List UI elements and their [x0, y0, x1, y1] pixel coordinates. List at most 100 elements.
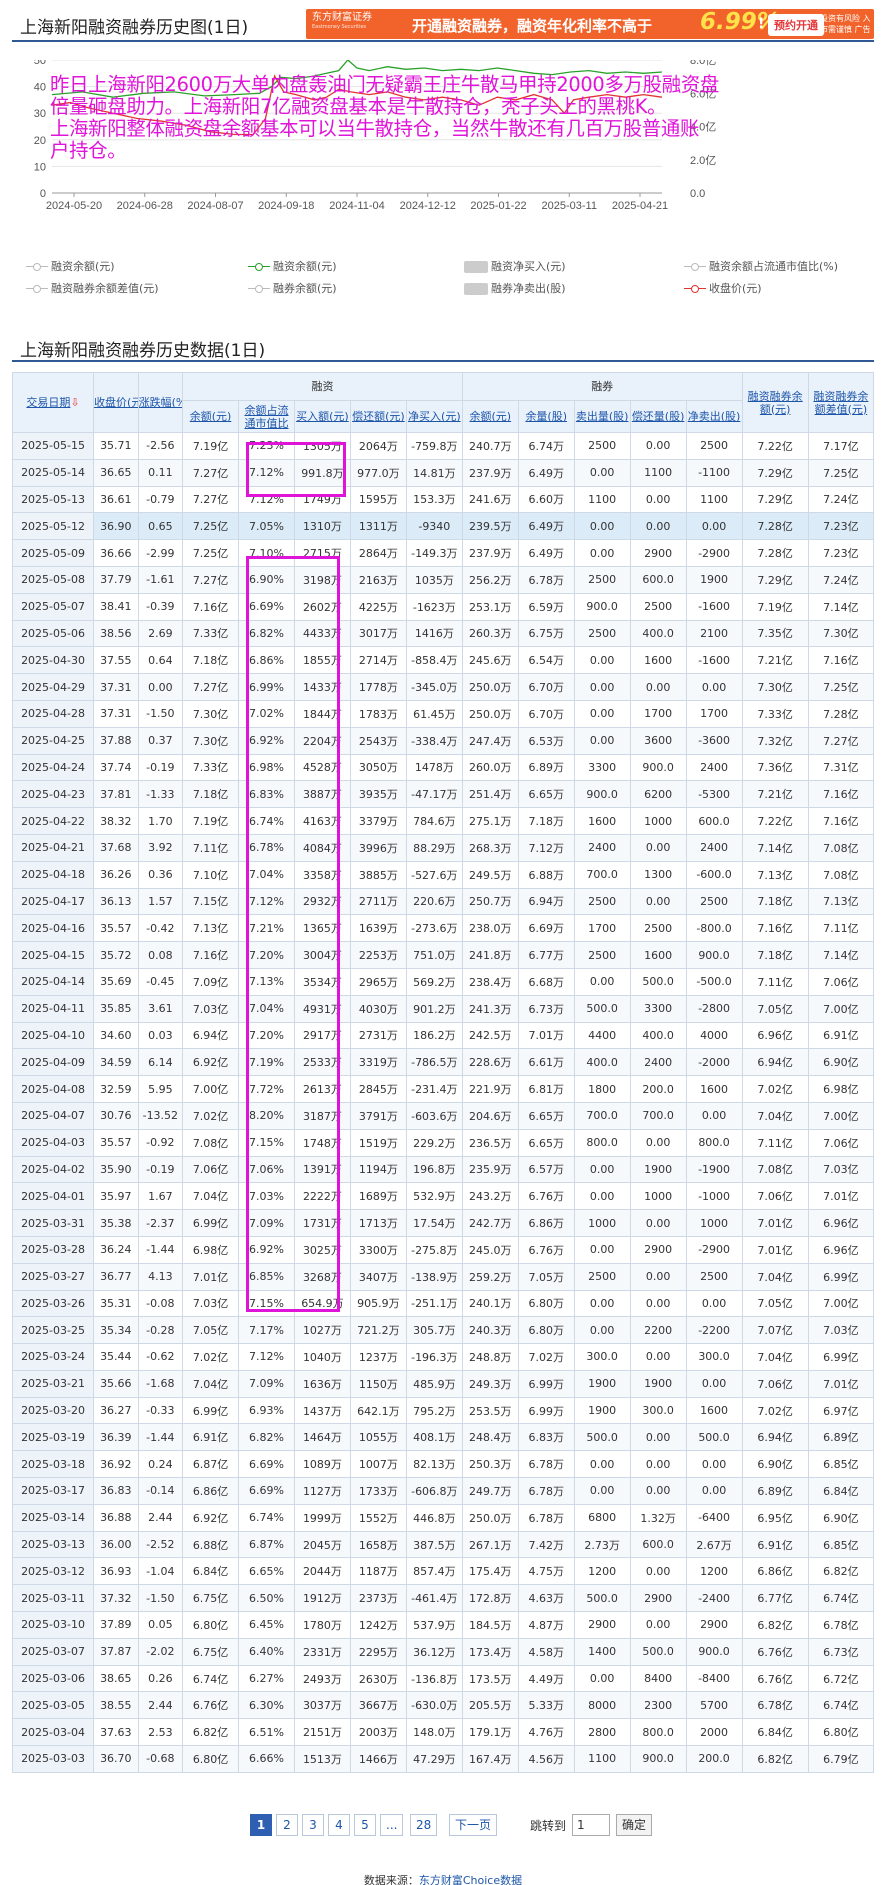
cell-total: 7.02亿	[741, 1075, 809, 1103]
col-rq-volume-link[interactable]: 余量(股)	[525, 410, 567, 423]
col-rq-volume[interactable]: 余量(股)	[517, 400, 575, 433]
legend-item[interactable]: 融券净卖出(股)	[464, 280, 566, 296]
legend-item[interactable]: 融资余额(元)	[248, 258, 337, 274]
col-total[interactable]: 融资融券余额(元)	[741, 372, 809, 433]
col-change-link[interactable]: 涨跌幅(%)	[139, 396, 182, 409]
cell-rq-repay: 2900	[629, 539, 687, 567]
cell-change: 2.44	[137, 1503, 184, 1532]
x-tick-label: 2025-03-11	[542, 200, 597, 212]
col-rq-balance[interactable]: 余额(元)	[461, 400, 519, 433]
page-button[interactable]: 5	[354, 1814, 376, 1836]
cell-date: 2025-03-03	[11, 1745, 95, 1773]
cell-rq-volume: 6.78万	[517, 565, 575, 594]
page-button[interactable]: 28	[410, 1814, 438, 1836]
col-rq-balance-link[interactable]: 余额(元)	[470, 410, 512, 423]
col-diff[interactable]: 融资融券余额差值(元)	[807, 372, 875, 433]
col-close[interactable]: 收盘价(元)	[93, 372, 139, 433]
legend-item[interactable]: 融资余额占流通市值比(%)	[684, 258, 838, 274]
legend-item[interactable]: 融资余额(元)	[26, 258, 115, 274]
col-close-link[interactable]: 收盘价(元)	[95, 396, 138, 409]
ad-open-button[interactable]: 预约开通	[768, 14, 824, 36]
cell-rq-repay: 0.00	[629, 1289, 687, 1318]
cell-rq-repay: 0.00	[629, 1209, 687, 1237]
col-rq-net[interactable]: 净卖出(股)	[685, 400, 743, 433]
cell-rq-net: -2000	[685, 1048, 743, 1077]
table-row: 2025-03-19 36.39 -1.44 6.91亿 6.82% 1464万 1055万…	[11, 1423, 875, 1452]
cell-rq-repay: 8400	[629, 1664, 687, 1693]
x-tick-label: 2024-08-07	[187, 200, 243, 212]
col-rq-sell[interactable]: 卖出量(股)	[573, 400, 631, 433]
cell-rq-balance: 241.3万	[461, 994, 519, 1023]
legend-item[interactable]: 收盘价(元)	[684, 280, 762, 296]
col-change[interactable]: 涨跌幅(%)	[137, 372, 184, 433]
cell-rz-buy: 2613万	[293, 1075, 351, 1103]
ad-banner[interactable]: 东方财富证券 Eastmoney Securities 开通融资融券，融资年化利…	[306, 9, 874, 39]
page-button[interactable]: 2	[276, 1814, 298, 1836]
cell-date: 2025-04-14	[11, 967, 95, 996]
page-button[interactable]: 4	[328, 1814, 350, 1836]
page-button[interactable]: 3	[302, 1814, 324, 1836]
col-rz-buy[interactable]: 买入额(元)	[293, 400, 351, 433]
jump-page-input[interactable]	[572, 1814, 610, 1836]
col-rq-net-link[interactable]: 净卖出(股)	[687, 410, 741, 423]
cell-rz-repay: 2965万	[349, 967, 407, 996]
source-link[interactable]: 东方财富Choice数据	[419, 1874, 522, 1885]
cell-rq-net: 0.00	[685, 1101, 743, 1130]
cell-rq-balance: 228.6万	[461, 1048, 519, 1077]
col-date-link[interactable]: 交易日期	[26, 396, 70, 409]
cell-rz-repay: 3300万	[349, 1235, 407, 1264]
cell-change: -0.45	[137, 967, 184, 996]
col-rz-ratio-link[interactable]: 余额占流通市值比	[240, 404, 294, 430]
cell-total: 7.01亿	[741, 1235, 809, 1264]
col-rz-repay[interactable]: 偿还额(元)	[349, 400, 407, 433]
col-rz-net[interactable]: 净买入(元)	[405, 400, 463, 433]
cell-rz-balance: 6.80亿	[182, 1611, 240, 1639]
col-rq-repay-link[interactable]: 偿还量(股)	[631, 410, 685, 423]
col-rz-balance-link[interactable]: 余额(元)	[190, 410, 232, 423]
page-button[interactable]: 1	[250, 1814, 272, 1836]
col-total-link[interactable]: 融资融券余额(元)	[743, 390, 807, 416]
cell-rq-balance: 249.3万	[461, 1369, 519, 1398]
jump-confirm-button[interactable]: 确定	[616, 1814, 653, 1836]
cell-rz-repay: 2064万	[349, 432, 407, 460]
cell-rz-repay: 4030万	[349, 994, 407, 1023]
col-rz-net-link[interactable]: 净买入(元)	[407, 410, 461, 423]
cell-diff: 7.23亿	[807, 512, 875, 541]
col-date[interactable]: 交易日期⇩	[11, 372, 95, 433]
table-row: 2025-04-11 35.85 3.61 7.03亿 7.04% 4931万 4030万 9…	[11, 994, 875, 1023]
legend-item[interactable]: 融资净买入(元)	[464, 258, 566, 274]
cell-rz-repay: 1783万	[349, 699, 407, 728]
legend-item[interactable]: 融券余额(元)	[248, 280, 337, 296]
col-diff-link[interactable]: 融资融券余额差值(元)	[809, 390, 872, 416]
cell-rq-sell: 0.00	[573, 539, 631, 567]
cell-diff: 6.89亿	[807, 1423, 875, 1452]
table-row: 2025-03-04 37.63 2.53 6.82亿 6.51% 2151万 2003万 1…	[11, 1718, 875, 1747]
annotation-overlay: 昨日上海新阳2600万大单内盘轰油门无疑霸王庄牛散马甲持2000多万股融资盘 倍…	[50, 74, 820, 162]
cell-rq-sell: 0.00	[573, 646, 631, 675]
cell-rq-repay: 0.00	[629, 432, 687, 460]
cell-change: 0.36	[137, 860, 184, 889]
col-rz-buy-link[interactable]: 买入额(元)	[295, 410, 349, 423]
sort-icon[interactable]: ⇩	[70, 396, 79, 409]
col-rz-repay-link[interactable]: 偿还额(元)	[351, 410, 405, 423]
legend-item[interactable]: 融资融券余额差值(元)	[26, 280, 159, 296]
cell-rq-repay: 0.00	[629, 673, 687, 701]
next-page-button[interactable]: 下一页	[449, 1814, 498, 1836]
cell-date: 2025-04-24	[11, 753, 95, 782]
chart-header: 上海新阳融资融券历史图(1日) 东方财富证券 Eastmoney Securit…	[12, 6, 874, 42]
cell-rz-repay: 977.0万	[349, 458, 407, 487]
cell-rz-ratio: 6.69%	[238, 592, 295, 621]
cell-diff: 6.96亿	[807, 1235, 875, 1264]
col-rq-sell-link[interactable]: 卖出量(股)	[575, 410, 629, 423]
cell-rz-buy: 2151万	[293, 1718, 351, 1747]
col-rz-balance[interactable]: 余额(元)	[182, 400, 240, 433]
cell-total: 7.18亿	[741, 887, 809, 916]
cell-total: 6.77亿	[741, 1584, 809, 1613]
cell-rq-balance: 237.9万	[461, 458, 519, 487]
table-row: 2025-03-05 38.55 2.44 6.76亿 6.30% 3037万 3667万 -…	[11, 1691, 875, 1720]
cell-change: 6.14	[137, 1048, 184, 1077]
cell-rz-buy: 2331万	[293, 1637, 351, 1666]
cell-rq-repay: 2200	[629, 1316, 687, 1345]
col-rz-ratio[interactable]: 余额占流通市值比	[238, 400, 295, 433]
col-rq-repay[interactable]: 偿还量(股)	[629, 400, 687, 433]
